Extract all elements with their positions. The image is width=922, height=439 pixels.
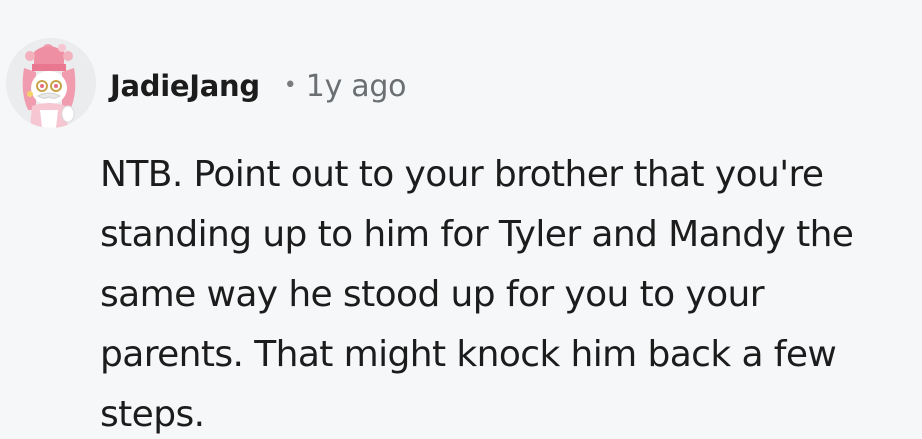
- comment-meta: JadieJang • 1y ago: [110, 66, 406, 106]
- comment: JadieJang • 1y ago NTB. Point out to you…: [0, 0, 922, 439]
- meta-separator: •: [283, 72, 297, 98]
- comment-body: NTB. Point out to your brother that you'…: [100, 154, 854, 435]
- timestamp[interactable]: 1y ago: [306, 69, 407, 104]
- snoo-avatar-icon: [6, 38, 96, 128]
- user-avatar[interactable]: [6, 38, 96, 128]
- username-link[interactable]: JadieJang: [110, 69, 260, 103]
